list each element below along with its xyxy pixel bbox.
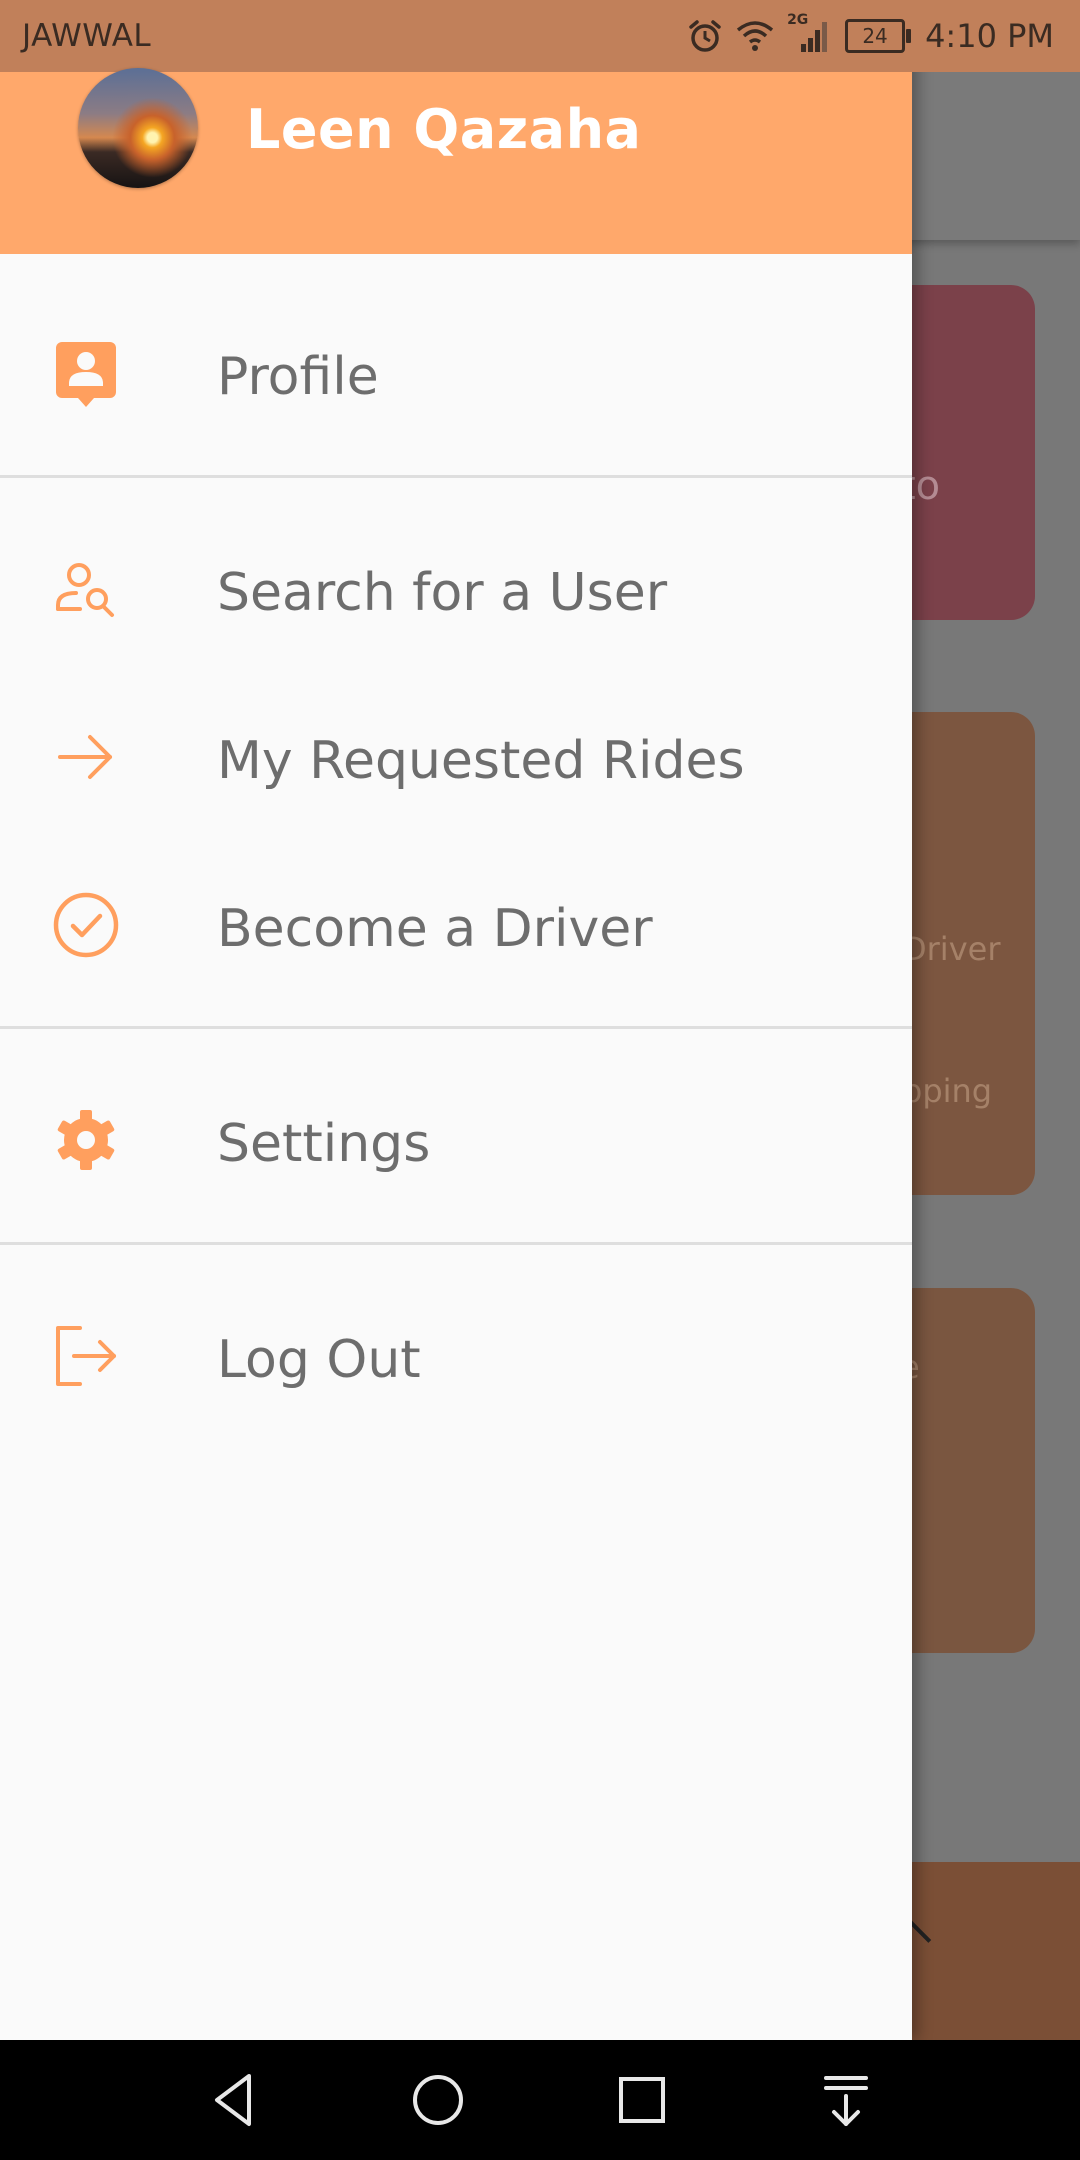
background-card-text: pping — [902, 1072, 993, 1110]
wifi-icon — [735, 18, 775, 54]
screen: to Driver pping e JAWWAL 2G 24 4:10 PM — [0, 0, 1080, 2160]
clock: 4:10 PM — [925, 17, 1054, 55]
background-card-text: Driver — [902, 930, 1001, 968]
user-search-icon — [50, 553, 122, 625]
logout-icon — [50, 1320, 122, 1392]
alarm-icon — [687, 18, 723, 54]
menu-label-become-driver: Become a Driver — [217, 899, 653, 959]
menu-item-profile[interactable]: Profile — [0, 305, 912, 435]
menu-item-requested-rides[interactable]: My Requested Rides — [0, 689, 912, 819]
menu-label-settings: Settings — [217, 1114, 431, 1174]
system-navigation-bar — [0, 2040, 1080, 2160]
menu-label-profile: Profile — [217, 347, 379, 407]
recents-icon[interactable] — [612, 2070, 672, 2130]
menu-label-search-user: Search for a User — [217, 563, 668, 623]
carrier-name: JAWWAL — [22, 18, 152, 54]
menu-label-requested-rides: My Requested Rides — [217, 731, 745, 791]
status-bar: JAWWAL 2G 24 4:10 PM — [0, 0, 1080, 72]
user-name: Leen Qazaha — [246, 98, 642, 161]
signal-icon: 2G — [787, 12, 833, 56]
check-circle-icon — [50, 889, 122, 961]
arrow-right-icon — [50, 721, 122, 793]
menu-label-logout: Log Out — [217, 1330, 421, 1390]
navigation-drawer: Leen Qazaha Profile Search for a User My… — [0, 0, 912, 2040]
divider — [0, 475, 912, 478]
notification-pulldown-icon[interactable] — [816, 2070, 876, 2130]
home-icon[interactable] — [408, 2070, 468, 2130]
gear-icon — [50, 1104, 122, 1176]
divider — [0, 1026, 912, 1029]
back-icon[interactable] — [205, 2070, 265, 2130]
avatar[interactable] — [78, 68, 198, 188]
menu-item-logout[interactable]: Log Out — [0, 1288, 912, 1418]
divider — [0, 1242, 912, 1245]
menu-item-settings[interactable]: Settings — [0, 1072, 912, 1202]
menu-item-become-driver[interactable]: Become a Driver — [0, 857, 912, 987]
status-icons: 2G 24 4:10 PM — [687, 12, 1054, 58]
battery-icon: 24 — [845, 19, 912, 53]
menu-item-search-user[interactable]: Search for a User — [0, 521, 912, 651]
account-box-icon — [50, 337, 122, 409]
